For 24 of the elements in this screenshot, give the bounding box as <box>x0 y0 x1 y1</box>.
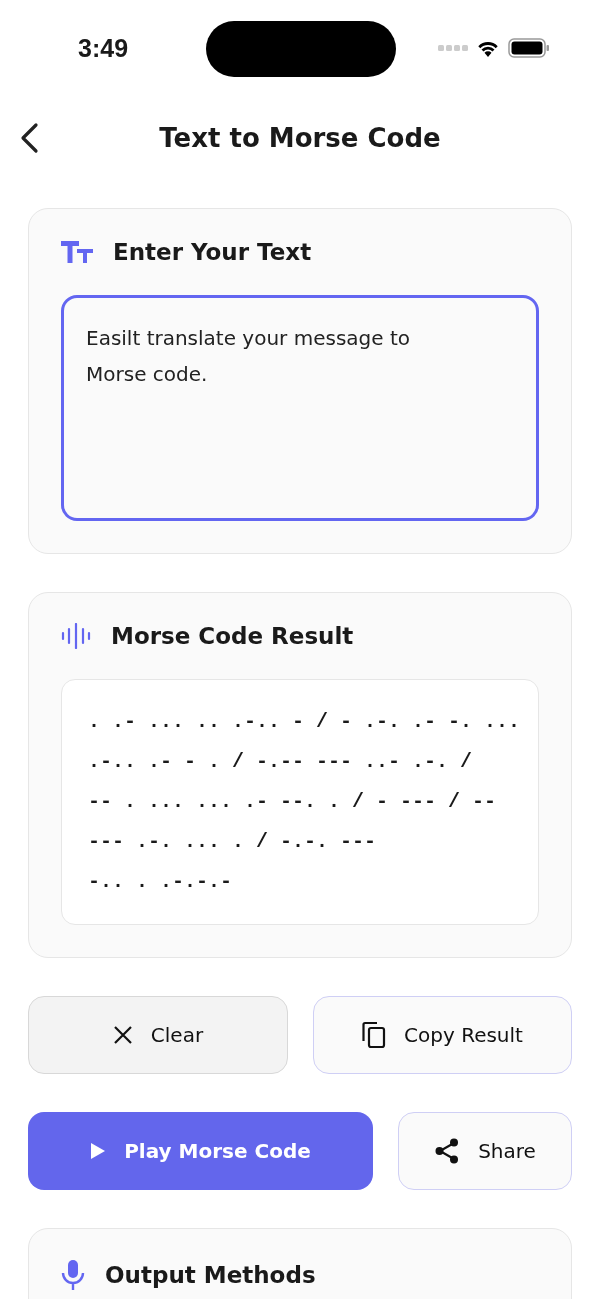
signal-icon <box>438 45 468 51</box>
sound-wave-icon <box>61 623 91 649</box>
clear-button[interactable]: Clear <box>28 996 288 1074</box>
play-icon <box>90 1142 107 1160</box>
text-size-icon <box>61 241 93 263</box>
card-title: Output Methods <box>105 1262 316 1288</box>
play-button[interactable]: Play Morse Code <box>28 1112 373 1190</box>
morse-line: .-.. .- - . / -.-- --- ..- .-. / <box>88 749 474 775</box>
battery-icon <box>508 38 550 58</box>
morse-line: -- . ... ... .- --. . / - --- / -- <box>88 789 498 815</box>
close-icon <box>112 1025 133 1045</box>
share-button[interactable]: Share <box>398 1112 572 1190</box>
share-icon <box>434 1138 461 1164</box>
copy-icon <box>362 1021 387 1049</box>
card-title: Morse Code Result <box>111 623 354 649</box>
copy-button[interactable]: Copy Result <box>313 996 572 1074</box>
morse-line: -.. . .-.-.- <box>88 869 234 895</box>
page-title: Text to Morse Code <box>159 123 441 153</box>
wifi-icon <box>476 39 500 57</box>
card-title: Enter Your Text <box>113 239 312 265</box>
status-time: 3:49 <box>78 33 129 63</box>
microphone-icon <box>61 1259 85 1291</box>
text-input-field[interactable]: Easilt translate your message to Morse code. <box>61 295 539 521</box>
morse-line: --- .-. ... . / -.-. --- <box>88 829 378 855</box>
